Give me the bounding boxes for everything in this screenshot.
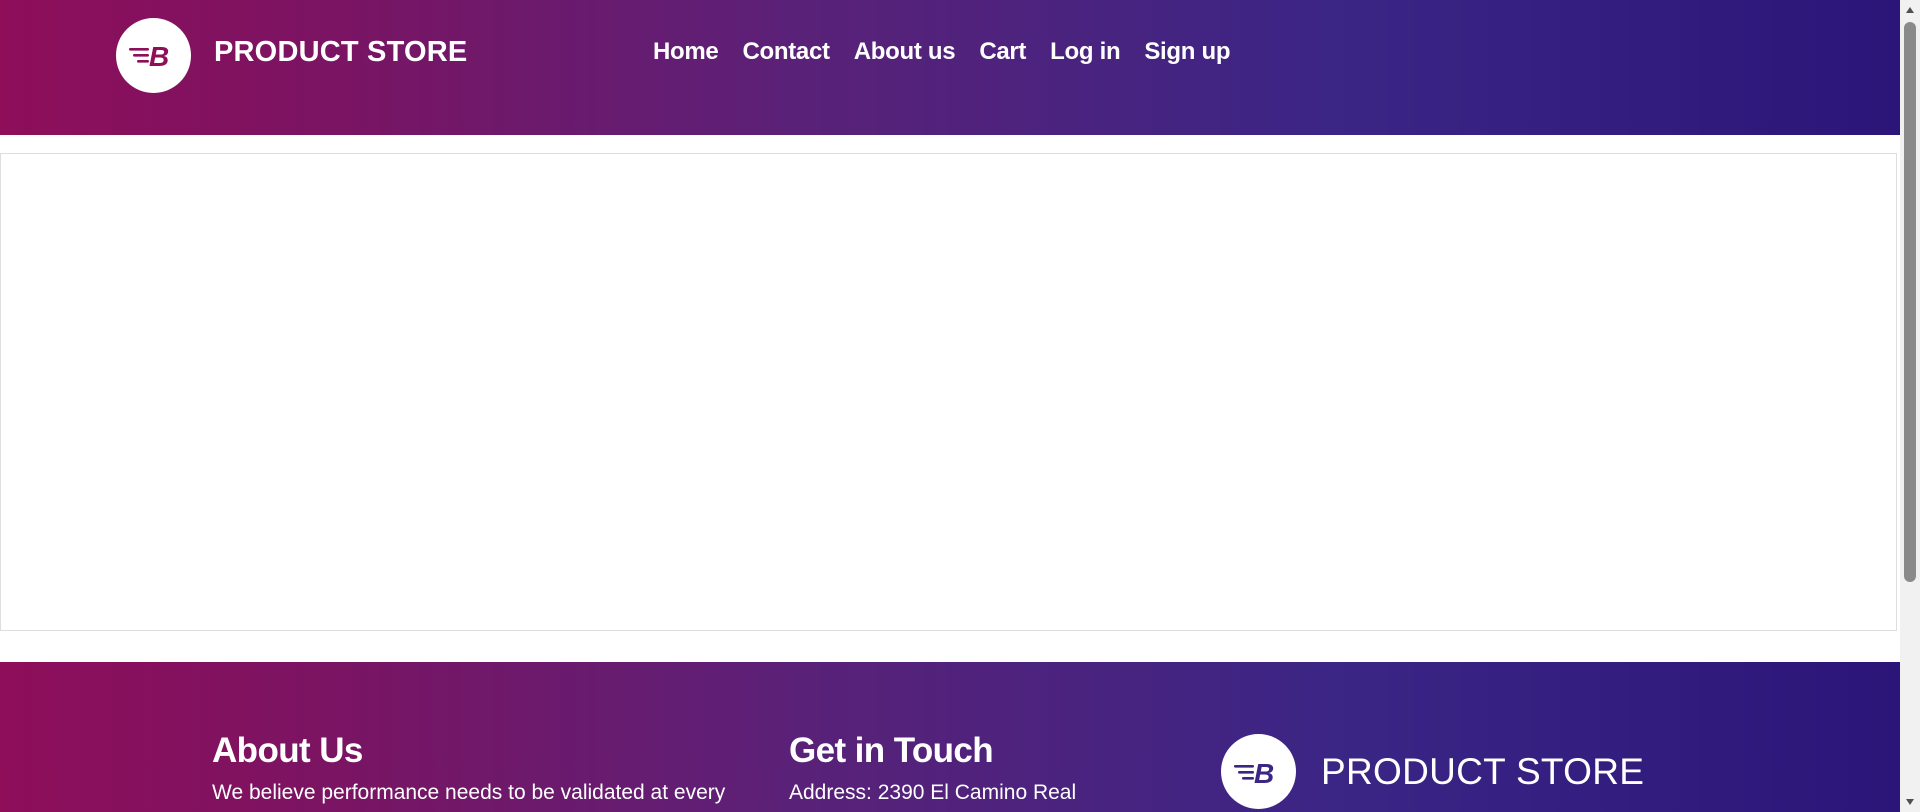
footer-about-text: We believe performance needs to be valid… [212,781,726,804]
svg-text:B: B [1254,758,1274,789]
footer-about-section: About Us We believe performance needs to… [212,730,725,806]
carousel-container [0,153,1897,631]
brand-name[interactable]: PRODUCT STORE [214,36,467,69]
footer-logo-b-icon: B [1221,734,1296,809]
scrollbar-thumb[interactable] [1904,22,1916,582]
footer-brand-name: PRODUCT STORE [1321,750,1645,792]
viewport: B PRODUCT STORE Home Contact About us Ca… [0,0,1900,812]
svg-text:B: B [149,41,169,72]
nav-contact[interactable]: Contact [742,38,830,66]
footer: About Us We believe performance needs to… [0,662,1900,812]
scroll-up-arrow-icon[interactable] [1900,0,1920,20]
footer-contact-heading: Get in Touch [789,731,994,770]
footer-about-heading: About Us [212,731,363,770]
navbar: B PRODUCT STORE Home Contact About us Ca… [0,0,1900,135]
page: B PRODUCT STORE Home Contact About us Ca… [0,0,1920,812]
nav-home[interactable]: Home [653,38,719,66]
main-nav: Home Contact About us Cart Log in Sign u… [653,38,1254,66]
scroll-down-arrow-icon[interactable] [1900,792,1920,812]
logo-b-icon: B [116,17,191,93]
nav-cart[interactable]: Cart [979,38,1026,66]
footer-address-text: Address: 2390 El Camino Real [789,781,1077,804]
nav-sign-up[interactable]: Sign up [1144,38,1230,66]
footer-brand: B PRODUCT STORE [1221,734,1644,809]
nav-log-in[interactable]: Log in [1050,38,1120,66]
nav-about-us[interactable]: About us [854,38,956,66]
vertical-scrollbar[interactable] [1900,0,1920,812]
brand-link[interactable]: B PRODUCT STORE [116,17,467,93]
footer-contact-section: Get in Touch Address: 2390 El Camino Rea… [789,730,1076,806]
